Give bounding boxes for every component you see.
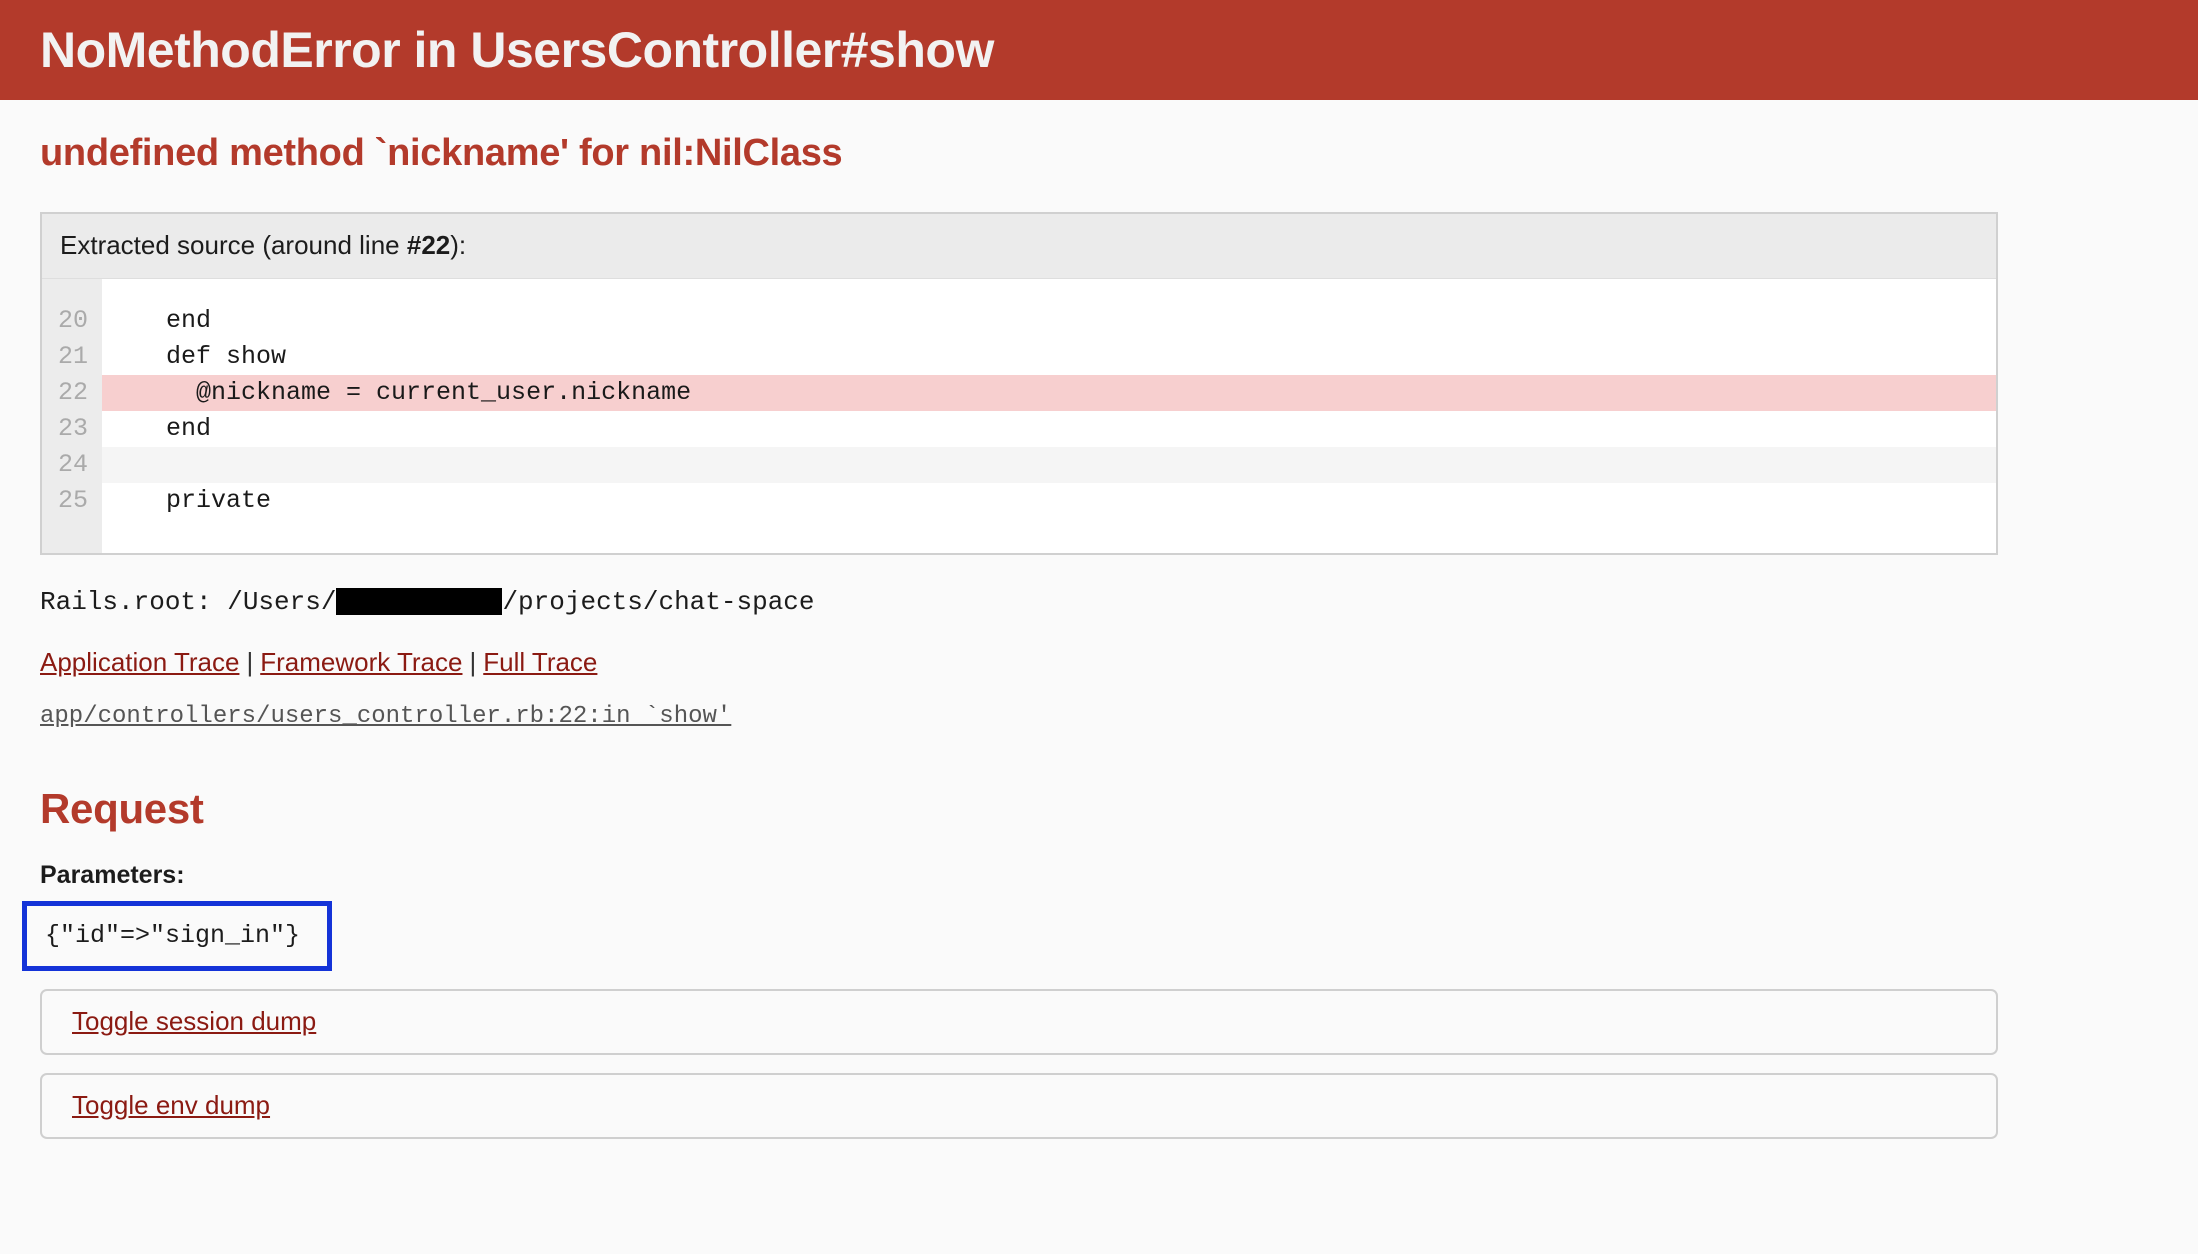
- rails-root-path: Rails.root: /Users/ /projects/chat-space: [40, 587, 2158, 617]
- redaction-bar: [336, 588, 503, 615]
- code-line: @nickname = current_user.nickname: [102, 374, 1996, 411]
- application-trace-link[interactable]: Application Trace: [40, 647, 239, 677]
- code-lines: end def show @nickname = current_user.ni…: [102, 278, 1996, 553]
- parameters-value: {"id"=>"sign_in"}: [45, 921, 301, 950]
- trace-path-entry[interactable]: app/controllers/users_controller.rb:22:i…: [40, 703, 731, 730]
- extracted-source-title: Extracted source (around line #22):: [42, 213, 1996, 279]
- framework-trace-link[interactable]: Framework Trace: [260, 647, 462, 677]
- extracted-source-panel: Extracted source (around line #22): 20 21…: [40, 211, 1998, 555]
- trace-separator-1: |: [246, 646, 254, 677]
- page-title: NoMethodError in UsersController#show: [40, 22, 994, 78]
- parameters-label: Parameters:: [40, 860, 185, 889]
- toggle-env-dump-box[interactable]: Toggle env dump: [40, 1072, 1998, 1139]
- code-line: def show: [136, 341, 287, 371]
- line-number-gutter: 20 21 22 23 24 25: [42, 278, 102, 553]
- toggle-session-dump-box[interactable]: Toggle session dump: [40, 988, 1998, 1055]
- error-message: undefined method `nickname' for nil:NilC…: [40, 132, 843, 174]
- code-line: [102, 446, 1996, 483]
- extracted-source-line-ref: #22: [406, 229, 451, 260]
- toggle-env-dump-link[interactable]: Toggle env dump: [72, 1090, 270, 1121]
- request-heading: Request: [40, 784, 204, 832]
- code-line: private: [136, 485, 272, 515]
- code-line: end: [136, 413, 212, 443]
- error-header-bar: NoMethodError in UsersController#show: [0, 0, 2198, 100]
- trace-links: Application Trace | Framework Trace | Full T…: [40, 647, 2158, 678]
- page-content: undefined method `nickname' for nil:NilC…: [0, 100, 2198, 1139]
- line-number: 25: [57, 485, 88, 515]
- extracted-source-title-suffix: ):: [450, 229, 467, 260]
- line-number: 24: [57, 449, 88, 479]
- rails-root-suffix: /projects/chat-space: [502, 586, 815, 617]
- line-number: 21: [57, 341, 88, 371]
- parameters-box: {"id"=>"sign_in"}: [22, 900, 332, 971]
- rails-root-prefix: Rails.root: /Users/: [40, 586, 337, 617]
- line-number: 22: [57, 377, 88, 407]
- line-number: 20: [57, 305, 88, 335]
- toggle-session-dump-link[interactable]: Toggle session dump: [72, 1006, 316, 1037]
- code-area: 20 21 22 23 24 25 end def show @nickname = cu…: [42, 278, 1996, 553]
- line-number: 23: [57, 413, 88, 443]
- full-trace-link[interactable]: Full Trace: [483, 647, 597, 677]
- parameters-annotation: {"id"=>"sign_in"}: [22, 900, 2158, 971]
- extracted-source-title-prefix: Extracted source (around line: [60, 229, 407, 260]
- code-line: end: [136, 305, 212, 335]
- trace-separator-2: |: [469, 646, 477, 677]
